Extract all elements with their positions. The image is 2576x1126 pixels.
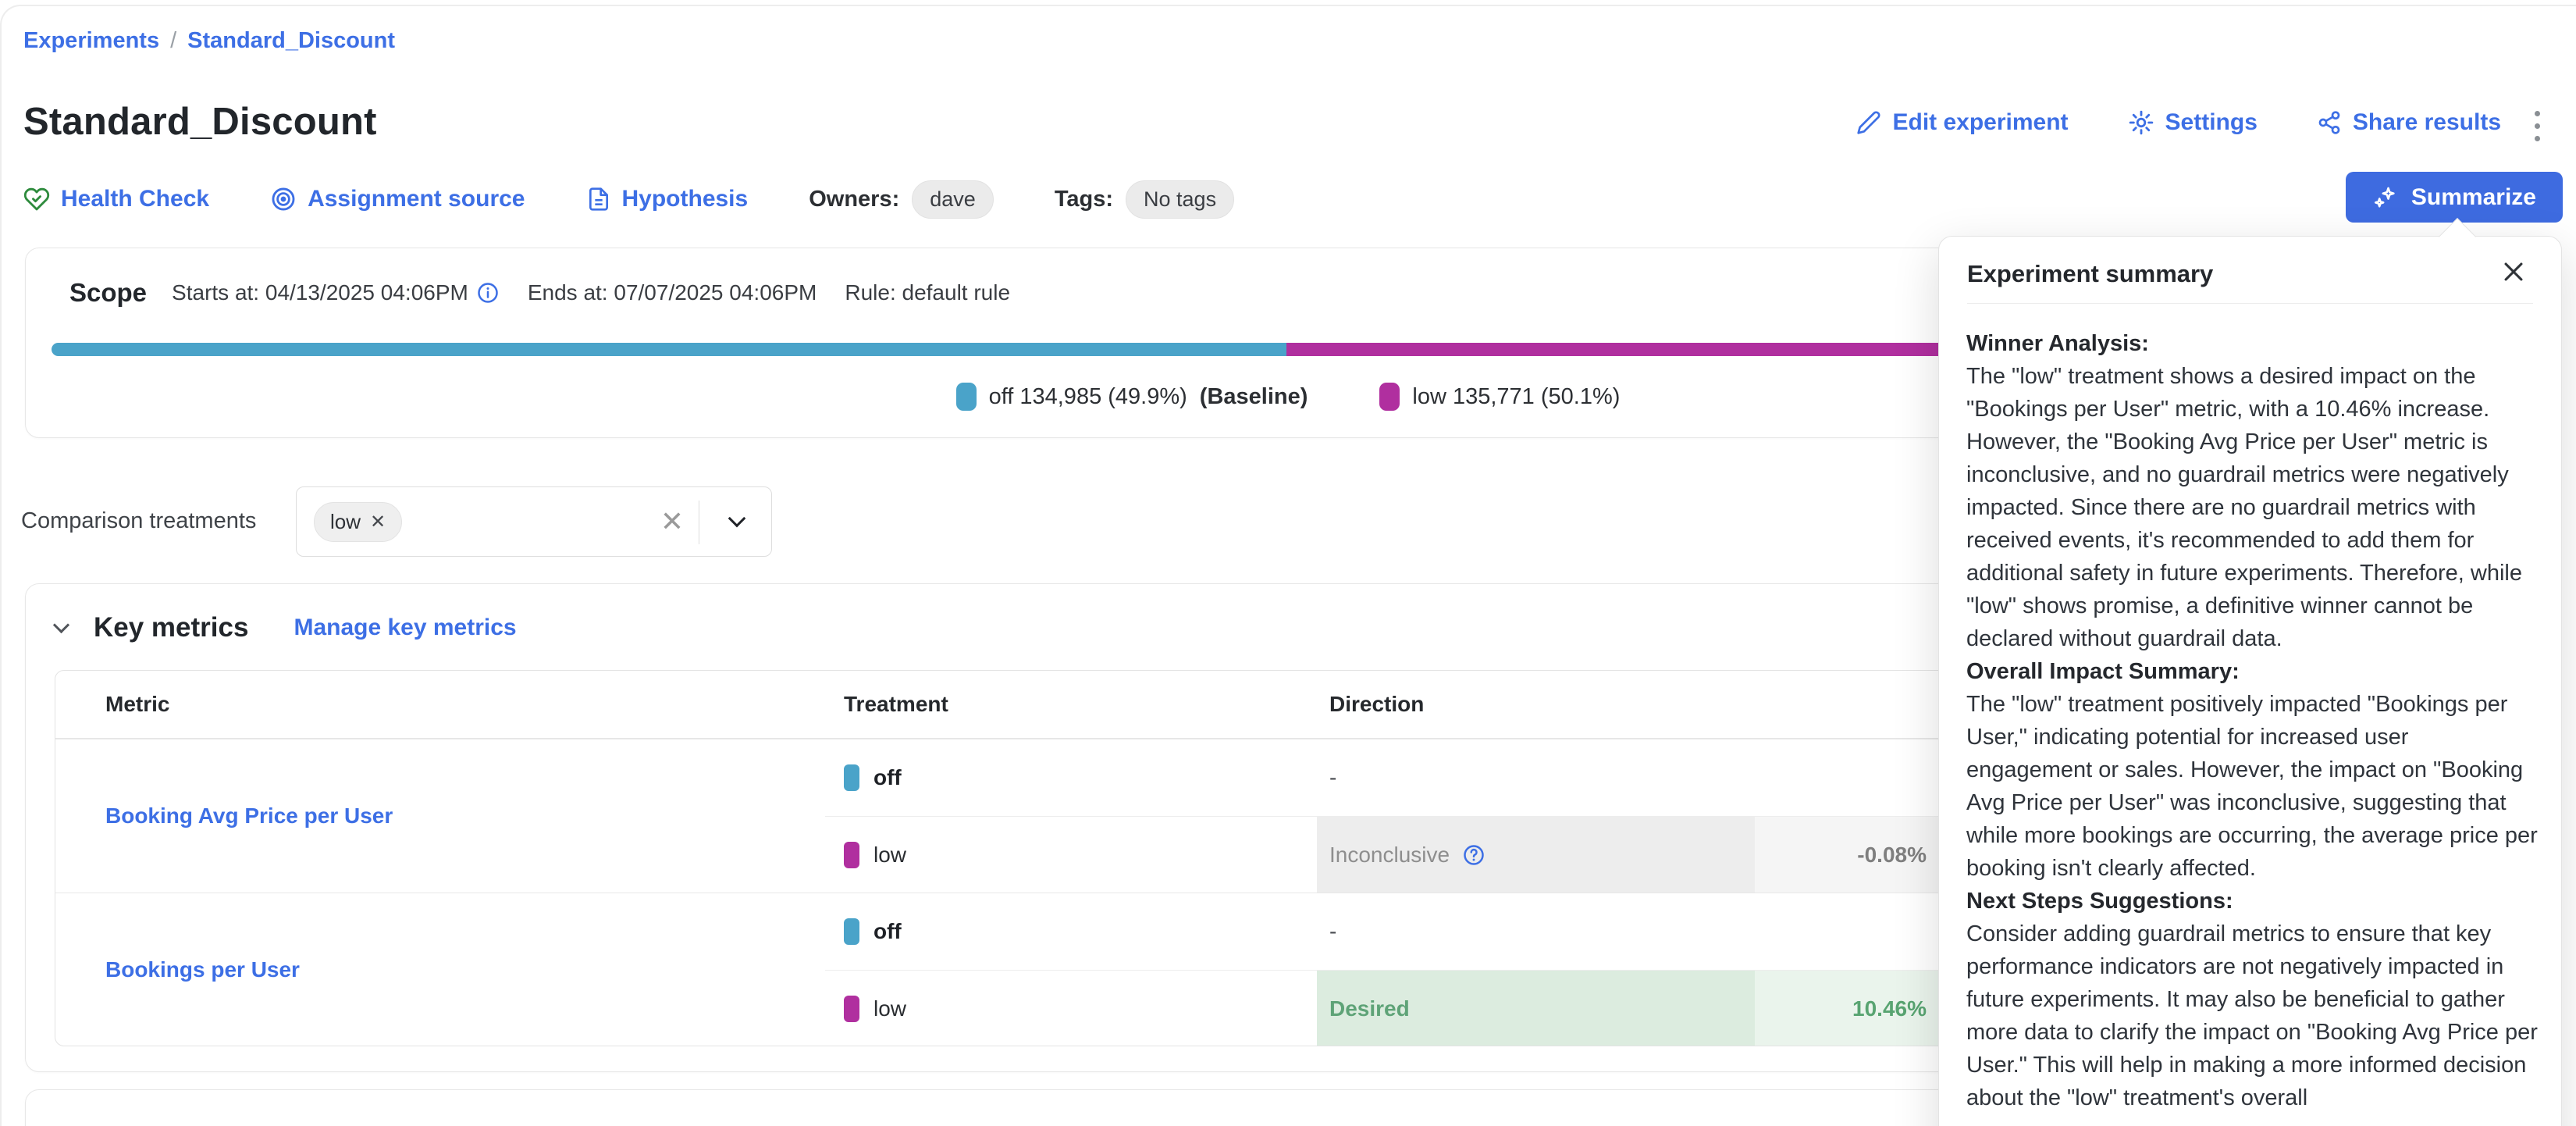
share-results-label: Share results	[2353, 109, 2501, 136]
comparison-treatments-select[interactable]: low ✕ ✕	[296, 486, 772, 557]
treatment-name: off	[873, 919, 902, 944]
distribution-segment-off	[52, 343, 1286, 356]
edit-experiment-button[interactable]: Edit experiment	[1856, 109, 2068, 136]
manage-key-metrics-link[interactable]: Manage key metrics	[294, 615, 516, 641]
chip-remove-icon[interactable]: ✕	[370, 511, 386, 533]
metric-link-booking-avg-price[interactable]: Booking Avg Price per User	[105, 804, 393, 828]
next-steps-heading: Next Steps Suggestions:	[1966, 885, 2540, 918]
panel-caret	[2439, 218, 2476, 255]
close-icon[interactable]	[2500, 258, 2532, 290]
panel-divider	[1967, 303, 2533, 304]
direction-cell-inconclusive: Inconclusive	[1317, 816, 1755, 893]
treatment-chip-low[interactable]: low ✕	[314, 502, 402, 542]
tags-group: Tags: No tags	[1055, 180, 1234, 219]
key-metrics-title: Key metrics	[94, 612, 248, 643]
value-cell-desired: 10.46%	[1755, 970, 1942, 1046]
owners-group: Owners: dave	[809, 180, 994, 219]
health-check-link[interactable]: Health Check	[23, 186, 209, 212]
experiment-summary-title: Experiment summary	[1967, 260, 2483, 288]
breadcrumb-separator: /	[170, 28, 176, 54]
off-swatch	[956, 383, 977, 411]
low-swatch	[844, 996, 859, 1022]
more-options-button[interactable]	[2530, 106, 2545, 146]
legend-item-low: low 135,771 (50.1%)	[1379, 383, 1620, 411]
owner-pill[interactable]: dave	[912, 180, 994, 219]
winner-analysis-heading: Winner Analysis:	[1966, 327, 2540, 360]
settings-label: Settings	[2165, 109, 2258, 136]
value-cell	[1755, 893, 1942, 970]
owners-label: Owners:	[809, 187, 899, 212]
direction-cell: -	[1317, 893, 1755, 970]
breadcrumb-current-link[interactable]: Standard_Discount	[187, 28, 395, 54]
low-swatch	[844, 842, 859, 868]
pencil-icon	[1856, 110, 1881, 135]
scope-title: Scope	[69, 278, 147, 308]
comparison-treatments-label: Comparison treatments	[21, 508, 256, 534]
target-icon	[270, 186, 297, 212]
treatment-chip-label: low	[330, 510, 361, 534]
info-icon[interactable]	[476, 281, 500, 305]
scope-header: Scope Starts at: 04/13/2025 04:06PM Ends…	[69, 278, 1010, 308]
select-clear-icon[interactable]: ✕	[660, 508, 684, 536]
heart-check-icon	[23, 186, 50, 212]
treatment-name: low	[873, 996, 906, 1021]
value-cell-inconclusive: -0.08%	[1755, 816, 1942, 893]
assignment-source-link[interactable]: Assignment source	[270, 186, 525, 212]
treatment-name: off	[873, 765, 902, 790]
overall-impact-heading: Overall Impact Summary:	[1966, 655, 2540, 688]
sparkles-icon	[2372, 184, 2399, 211]
health-check-label: Health Check	[61, 186, 209, 212]
scope-ends: Ends at: 07/07/2025 04:06PM	[528, 280, 817, 305]
scope-rule: Rule: default rule	[845, 280, 1010, 305]
help-icon[interactable]	[1462, 843, 1485, 867]
winner-analysis-body: The "low" treatment shows a desired impa…	[1966, 360, 2540, 655]
panel-body: Winner Analysis: The "low" treatment sho…	[1966, 327, 2540, 1114]
hypothesis-link[interactable]: Hypothesis	[586, 186, 749, 212]
treatment-name: low	[873, 843, 906, 868]
value-cell	[1755, 739, 1942, 816]
low-swatch	[1379, 383, 1400, 411]
meta-row: Health Check Assignment source Hypothesi…	[23, 175, 1234, 223]
summarize-button[interactable]: Summarize	[2346, 172, 2563, 223]
edit-experiment-label: Edit experiment	[1892, 109, 2068, 136]
settings-button[interactable]: Settings	[2128, 109, 2258, 136]
direction-cell-desired: Desired	[1317, 970, 1755, 1046]
summarize-label: Summarize	[2411, 184, 2536, 211]
experiment-summary-panel: Experiment summary Winner Analysis: The …	[1938, 236, 2562, 1126]
page-title: Standard_Discount	[23, 100, 377, 144]
scope-starts: Starts at: 04/13/2025 04:06PM	[172, 280, 500, 305]
experiment-page: Experiments / Standard_Discount Standard…	[0, 0, 2576, 1126]
breadcrumb: Experiments / Standard_Discount	[23, 28, 395, 54]
share-icon	[2317, 110, 2342, 135]
legend-item-off: off 134,985 (49.9%) (Baseline)	[956, 383, 1308, 411]
metric-link-bookings-per-user[interactable]: Bookings per User	[105, 957, 300, 982]
treatment-column-header: Treatment	[825, 692, 1317, 717]
next-steps-body: Consider adding guardrail metrics to ens…	[1966, 918, 2540, 1114]
share-results-button[interactable]: Share results	[2317, 109, 2501, 136]
off-swatch	[844, 918, 859, 945]
chevron-down-icon[interactable]	[731, 512, 748, 529]
hypothesis-label: Hypothesis	[622, 186, 749, 212]
direction-cell: -	[1317, 739, 1755, 816]
collapse-chevron-icon[interactable]	[53, 616, 69, 632]
direction-column-header: Direction	[1317, 692, 1755, 717]
overall-impact-body: The "low" treatment positively impacted …	[1966, 688, 2540, 885]
off-swatch	[844, 764, 859, 791]
gear-icon	[2128, 109, 2154, 136]
breadcrumb-experiments-link[interactable]: Experiments	[23, 28, 159, 54]
tags-pill[interactable]: No tags	[1126, 180, 1234, 219]
assignment-source-label: Assignment source	[308, 186, 525, 212]
document-icon	[586, 187, 611, 212]
header-actions: Edit experiment Settings Share results	[1856, 109, 2501, 136]
tags-label: Tags:	[1055, 187, 1113, 212]
metric-column-header: Metric	[55, 692, 825, 717]
